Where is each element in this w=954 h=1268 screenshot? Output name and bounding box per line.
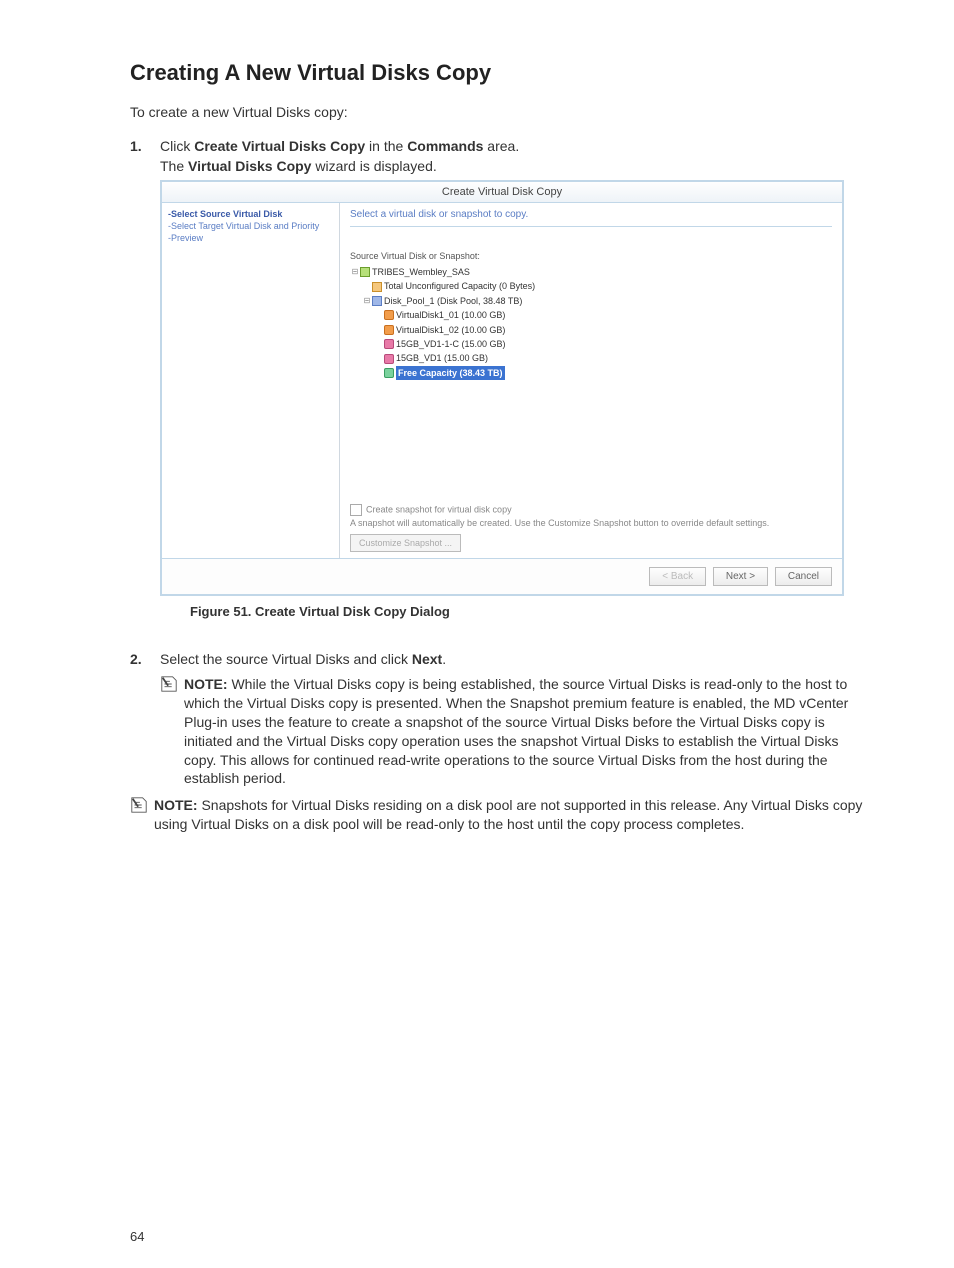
tree-node-array[interactable]: ⊟TRIBES_Wembley_SAS [350, 265, 832, 279]
tree-label-pool: Disk_Pool_1 (Disk Pool, 38.48 TB) [384, 294, 522, 308]
tree-label-free: Free Capacity (38.43 TB) [396, 366, 505, 380]
tree-node-pool[interactable]: ⊟Disk_Pool_1 (Disk Pool, 38.48 TB) [350, 294, 832, 308]
virtual-disk-copy-icon [384, 339, 394, 349]
step1-l2-bold: Virtual Disks Copy [188, 158, 311, 174]
tree-heading: Source Virtual Disk or Snapshot: [350, 251, 832, 261]
snapshot-note: A snapshot will automatically be created… [350, 518, 832, 528]
source-tree[interactable]: ⊟TRIBES_Wembley_SAS Total Unconfigured C… [350, 265, 832, 380]
dialog-footer: < Back Next > Cancel [162, 558, 842, 594]
step-2-text: Select the source Virtual Disks and clic… [160, 651, 874, 667]
virtual-disk-icon [384, 310, 394, 320]
step1-l2-post: wizard is displayed. [311, 158, 436, 174]
tree-label-vd1: VirtualDisk1_01 (10.00 GB) [396, 308, 505, 322]
section-heading: Creating A New Virtual Disks Copy [130, 60, 874, 86]
snapshot-checkbox-row[interactable]: Create snapshot for virtual disk copy [350, 504, 832, 516]
tree-label-unconf: Total Unconfigured Capacity (0 Bytes) [384, 279, 535, 293]
free-capacity-icon [384, 368, 394, 378]
wizard-step-preview[interactable]: -Preview [168, 233, 333, 243]
wizard-step-select-target[interactable]: -Select Target Virtual Disk and Priority [168, 221, 333, 231]
step2-pre: Select the source Virtual Disks and clic… [160, 651, 412, 667]
storage-array-icon [360, 267, 370, 277]
intro-text: To create a new Virtual Disks copy: [130, 104, 874, 120]
customize-snapshot-button[interactable]: Customize Snapshot ... [350, 534, 461, 552]
step2-bold: Next [412, 651, 442, 667]
note-icon [130, 796, 148, 834]
step-1-line2: The Virtual Disks Copy wizard is display… [160, 158, 874, 174]
tree-node-unconfigured[interactable]: Total Unconfigured Capacity (0 Bytes) [350, 279, 832, 293]
step1-post: area. [483, 138, 519, 154]
note-2-text: Snapshots for Virtual Disks residing on … [154, 797, 862, 832]
wizard-steps-sidebar: -Select Source Virtual Disk -Select Targ… [162, 203, 340, 558]
create-virtual-disk-copy-dialog: Create Virtual Disk Copy -Select Source … [160, 180, 844, 596]
note-label: NOTE: [184, 676, 231, 692]
step1-pre: Click [160, 138, 194, 154]
checkbox-icon[interactable] [350, 504, 362, 516]
note-2: NOTE: Snapshots for Virtual Disks residi… [130, 796, 874, 834]
tree-node-free[interactable]: Free Capacity (38.43 TB) [350, 366, 832, 380]
virtual-disk-icon [384, 325, 394, 335]
tree-node-vd3[interactable]: 15GB_VD1 (15.00 GB) [350, 351, 832, 365]
back-button[interactable]: < Back [649, 567, 706, 586]
tree-label-array: TRIBES_Wembley_SAS [372, 265, 470, 279]
step-number-1: 1. [130, 138, 160, 641]
note-icon [160, 675, 178, 788]
tree-label-vd2: VirtualDisk1_02 (10.00 GB) [396, 323, 505, 337]
step1-bold1: Create Virtual Disks Copy [194, 138, 365, 154]
page-number: 64 [130, 1229, 144, 1244]
tree-label-vdc: 15GB_VD1-1-C (15.00 GB) [396, 337, 506, 351]
cancel-button[interactable]: Cancel [775, 567, 832, 586]
tree-node-vd1[interactable]: VirtualDisk1_01 (10.00 GB) [350, 308, 832, 322]
note-label: NOTE: [154, 797, 201, 813]
step-1-text: Click Create Virtual Disks Copy in the C… [160, 138, 874, 154]
note-1: NOTE: While the Virtual Disks copy is be… [160, 675, 874, 788]
disk-pool-icon [372, 296, 382, 306]
dialog-title: Create Virtual Disk Copy [162, 182, 842, 203]
tree-node-vd2[interactable]: VirtualDisk1_02 (10.00 GB) [350, 323, 832, 337]
tree-node-vdc[interactable]: 15GB_VD1-1-C (15.00 GB) [350, 337, 832, 351]
virtual-disk-copy-icon [384, 354, 394, 364]
next-button[interactable]: Next > [713, 567, 768, 586]
step1-bold2: Commands [407, 138, 483, 154]
tree-label-vd3: 15GB_VD1 (15.00 GB) [396, 351, 488, 365]
capacity-icon [372, 282, 382, 292]
step1-mid: in the [365, 138, 407, 154]
dialog-prompt: Select a virtual disk or snapshot to cop… [350, 209, 832, 227]
figure-caption: Figure 51. Create Virtual Disk Copy Dial… [190, 604, 874, 619]
snapshot-checkbox-label: Create snapshot for virtual disk copy [366, 504, 512, 514]
note-1-text: While the Virtual Disks copy is being es… [184, 676, 848, 786]
step2-post: . [442, 651, 446, 667]
step1-l2-pre: The [160, 158, 188, 174]
wizard-step-select-source[interactable]: -Select Source Virtual Disk [168, 209, 333, 219]
